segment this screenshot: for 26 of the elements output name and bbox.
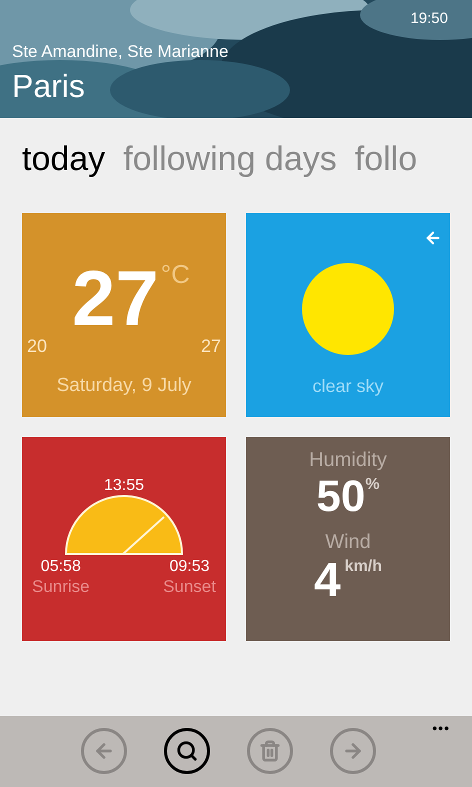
temperature-unit: °C (160, 259, 190, 289)
saints-text: Ste Amandine, Ste Marianne (12, 40, 230, 62)
wind-value: 4 (314, 555, 341, 607)
sky-description: clear sky (312, 375, 384, 398)
sunrise-label: Sunrise (32, 577, 90, 597)
sunset-time: 09:53 (170, 557, 210, 577)
humidity-unit: % (365, 475, 380, 495)
city-title: Paris (12, 67, 86, 106)
trash-icon (258, 740, 280, 762)
humidity-value: 50 (316, 473, 366, 521)
low-temperature: 20 (27, 335, 48, 358)
search-icon (176, 740, 198, 762)
high-temperature: 27 (200, 335, 221, 358)
wind-unit: km/h (344, 557, 382, 577)
wind-label: Wind (325, 530, 371, 555)
temperature-value: 27 (72, 259, 159, 337)
more-button[interactable]: ••• (432, 718, 450, 739)
date-text: Saturday, 9 July (56, 374, 192, 398)
sun-icon (302, 263, 394, 355)
sunset-label: Sunset (163, 577, 216, 597)
pivot-tab[interactable]: today (22, 136, 106, 182)
midday-time: 13:55 (104, 477, 144, 495)
sunrise-time: 05:58 (40, 557, 81, 577)
search-button[interactable] (164, 728, 210, 774)
status-time: 19:50 (410, 9, 448, 29)
humidity-label: Humidity (309, 448, 387, 473)
